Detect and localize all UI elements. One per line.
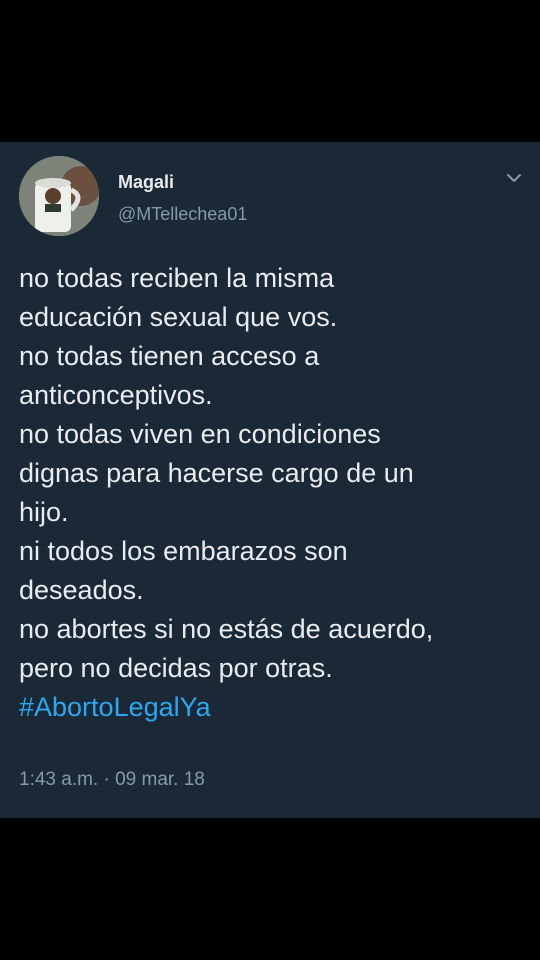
tweet-line: anticonceptivos. [19, 380, 213, 410]
tweet-line: ni todos los embarazos son [19, 536, 348, 566]
avatar-photo-icon [19, 156, 99, 236]
tweet-line: pero no decidas por otras. [19, 653, 333, 683]
tweet-line: no todas viven en condiciones [19, 419, 381, 449]
avatar[interactable] [19, 156, 99, 236]
user-handle[interactable]: @MTellechea01 [118, 204, 247, 225]
tweet-line: dignas para hacerse cargo de un [19, 458, 414, 488]
tweet-line: deseados. [19, 575, 144, 605]
display-name[interactable]: Magali [118, 172, 174, 193]
tweet-line: no abortes si no estás de acuerdo, [19, 614, 434, 644]
tweet-line: educación sexual que vos. [19, 302, 338, 332]
timestamp[interactable]: 1:43 a.m. · 09 mar. 18 [19, 769, 205, 791]
chevron-down-icon[interactable] [504, 170, 524, 186]
tweet-card: Magali @MTellechea01 no todas reciben la… [0, 142, 540, 818]
hashtag-link[interactable]: #AbortoLegalYa [19, 688, 529, 727]
tweet-line: hijo. [19, 497, 69, 527]
tweet-text: no todas reciben la misma educación sexu… [19, 259, 529, 727]
tweet-line: no todas reciben la misma [19, 263, 335, 293]
tweet-line: no todas tienen acceso a [19, 341, 320, 371]
